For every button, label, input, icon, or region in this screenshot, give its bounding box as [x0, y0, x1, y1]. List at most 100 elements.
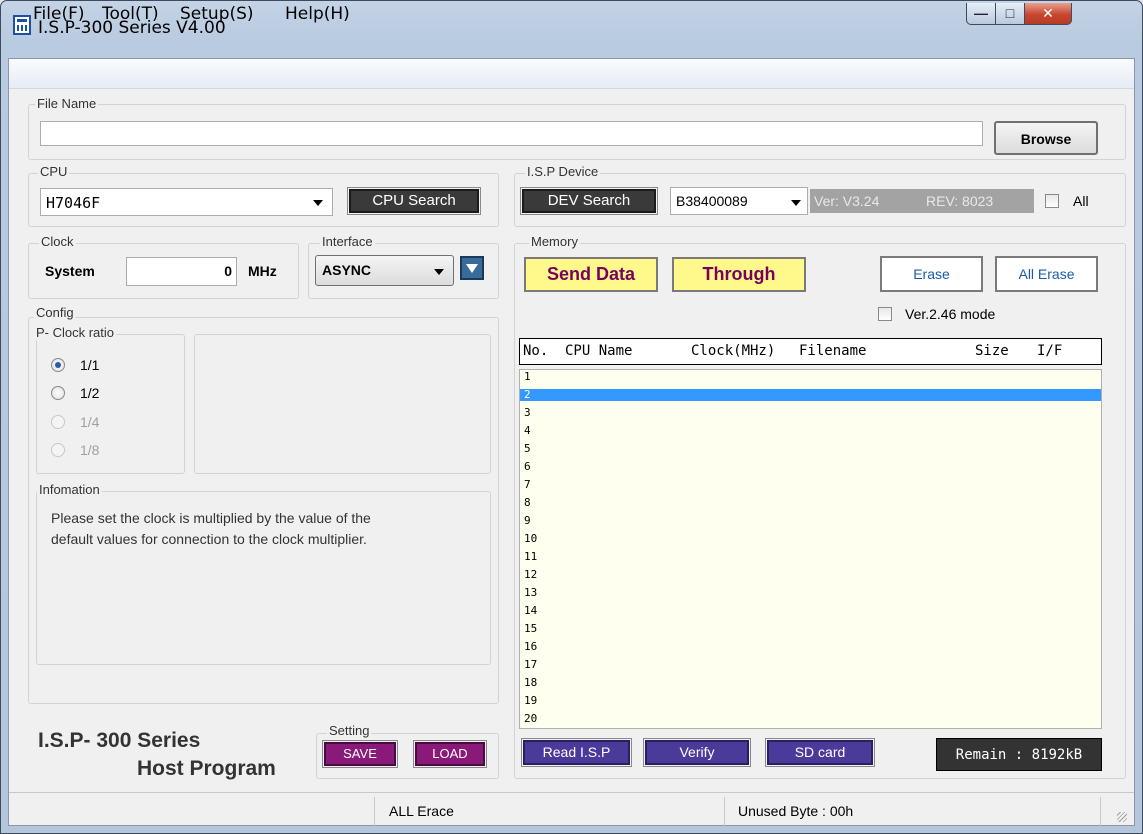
- list-item[interactable]: 12: [520, 569, 1101, 581]
- column-no: No.: [523, 343, 549, 359]
- column-size: Size: [975, 343, 1009, 359]
- cpu-selected: H7046F: [46, 194, 101, 212]
- interface-select[interactable]: ASYNC: [315, 255, 454, 286]
- maximize-button[interactable]: □: [995, 3, 1025, 25]
- status-pane-empty: [9, 797, 375, 826]
- close-button[interactable]: ✕: [1024, 3, 1072, 25]
- list-item[interactable]: 1: [520, 371, 1101, 383]
- list-item[interactable]: 10: [520, 533, 1101, 545]
- list-item[interactable]: 8: [520, 497, 1101, 509]
- list-item[interactable]: 7: [520, 479, 1101, 491]
- ratio-1-1-label: 1/1: [80, 357, 100, 373]
- all-label: All: [1073, 193, 1089, 209]
- resize-grip-icon[interactable]: [1117, 812, 1127, 822]
- column-cpu-name: CPU Name: [565, 343, 633, 359]
- file-name-group-label: File Name: [35, 96, 99, 111]
- menu-file[interactable]: File(F): [33, 4, 85, 24]
- send-data-button[interactable]: Send Data: [524, 257, 658, 292]
- list-item[interactable]: 17: [520, 659, 1101, 671]
- save-button[interactable]: SAVE: [322, 740, 398, 768]
- device-version-panel: Ver: V3.24 REV: 8023: [810, 189, 1034, 213]
- status-left: ALL Erace: [375, 797, 725, 826]
- ratio-1-8-radio: [51, 443, 65, 457]
- list-item[interactable]: 5: [520, 443, 1101, 455]
- memory-table-header: No. CPU Name Clock(MHz) Filename Size I/…: [519, 338, 1102, 365]
- list-item[interactable]: 11: [520, 551, 1101, 563]
- interface-options-button[interactable]: [460, 256, 484, 280]
- config-blank-panel: [194, 334, 491, 474]
- list-item[interactable]: 14: [520, 605, 1101, 617]
- column-filename: Filename: [799, 343, 867, 359]
- list-item[interactable]: 2: [520, 389, 1101, 401]
- cpu-group-label: CPU: [38, 164, 70, 179]
- isp-device-select[interactable]: B38400089: [670, 187, 808, 215]
- ver-mode-checkbox[interactable]: [878, 307, 892, 321]
- system-label: System: [45, 263, 95, 279]
- ratio-1-2-radio[interactable]: [51, 386, 65, 400]
- browse-button[interactable]: Browse: [994, 121, 1098, 155]
- ratio-1-1-radio[interactable]: [51, 358, 65, 372]
- file-name-input[interactable]: [40, 121, 983, 146]
- interface-group-label: Interface: [320, 234, 375, 249]
- through-button[interactable]: Through: [672, 257, 806, 292]
- menu-bar: [9, 59, 1134, 89]
- list-item[interactable]: 6: [520, 461, 1101, 473]
- all-checkbox[interactable]: [1045, 194, 1059, 208]
- brand-line-2: Host Program: [137, 757, 276, 780]
- ver-mode-label: Ver.2.46 mode: [905, 306, 996, 322]
- ratio-1-8-label: 1/8: [80, 442, 100, 458]
- clock-unit: MHz: [248, 263, 277, 279]
- ratio-1-4-label: 1/4: [80, 414, 100, 430]
- sd-card-button[interactable]: SD card: [765, 738, 875, 767]
- information-line-2: default values for connection to the clo…: [51, 531, 367, 547]
- interface-selected: ASYNC: [322, 262, 372, 278]
- list-item[interactable]: 16: [520, 641, 1101, 653]
- brand-line-1: I.S.P- 300 Series: [38, 729, 201, 752]
- ratio-1-4-radio: [51, 415, 65, 429]
- isp-device-selected: B38400089: [676, 193, 748, 209]
- list-item[interactable]: 4: [520, 425, 1101, 437]
- list-item[interactable]: 20: [520, 713, 1101, 725]
- chevron-down-icon: [434, 269, 444, 275]
- memory-group-label: Memory: [529, 234, 580, 249]
- list-item[interactable]: 9: [520, 515, 1101, 527]
- all-erase-button[interactable]: All Erase: [995, 256, 1098, 292]
- menu-tool[interactable]: Tool(T): [102, 4, 159, 24]
- column-clock: Clock(MHz): [691, 343, 776, 359]
- list-item[interactable]: 3: [520, 407, 1101, 419]
- read-isp-button[interactable]: Read I.S.P: [521, 738, 632, 767]
- status-right: Unused Byte : 00h: [725, 797, 1101, 826]
- clock-input[interactable]: 0: [126, 257, 237, 286]
- config-group-label: Config: [34, 305, 76, 320]
- information-line-1: Please set the clock is multiplied by th…: [51, 510, 371, 526]
- list-item[interactable]: 19: [520, 695, 1101, 707]
- information-group-label: Infomation: [37, 482, 102, 497]
- erase-button[interactable]: Erase: [880, 256, 983, 292]
- clock-value: 0: [224, 263, 232, 279]
- list-item[interactable]: 18: [520, 677, 1101, 689]
- cpu-select[interactable]: H7046F: [40, 188, 333, 216]
- cpu-search-button[interactable]: CPU Search: [347, 187, 481, 215]
- chevron-down-icon: [466, 264, 478, 273]
- clock-ratio-label: P- Clock ratio: [34, 325, 117, 340]
- device-revision: REV: 8023: [926, 193, 994, 209]
- device-version: Ver: V3.24: [814, 193, 880, 209]
- menu-setup[interactable]: Setup(S): [180, 4, 254, 24]
- load-button[interactable]: LOAD: [413, 740, 487, 768]
- chevron-down-icon: [313, 200, 323, 206]
- verify-button[interactable]: Verify: [643, 738, 751, 767]
- chevron-down-icon: [791, 200, 801, 206]
- list-item[interactable]: 15: [520, 623, 1101, 635]
- minimize-button[interactable]: —: [966, 3, 996, 25]
- memory-list[interactable]: 1 2 3 4 5 6 7 8 9 10 11 12 13 14 15 16 1…: [519, 369, 1102, 729]
- dev-search-button[interactable]: DEV Search: [520, 187, 658, 215]
- app-icon: [13, 15, 31, 35]
- remain-display: Remain : 8192kB: [936, 738, 1102, 771]
- menu-help[interactable]: Help(H): [285, 4, 350, 24]
- clock-group-label: Clock: [39, 234, 76, 249]
- setting-group-label: Setting: [327, 723, 372, 738]
- isp-device-group-label: I.S.P Device: [525, 164, 601, 179]
- ratio-1-2-label: 1/2: [80, 385, 100, 401]
- list-item[interactable]: 13: [520, 587, 1101, 599]
- column-if: I/F: [1037, 343, 1063, 359]
